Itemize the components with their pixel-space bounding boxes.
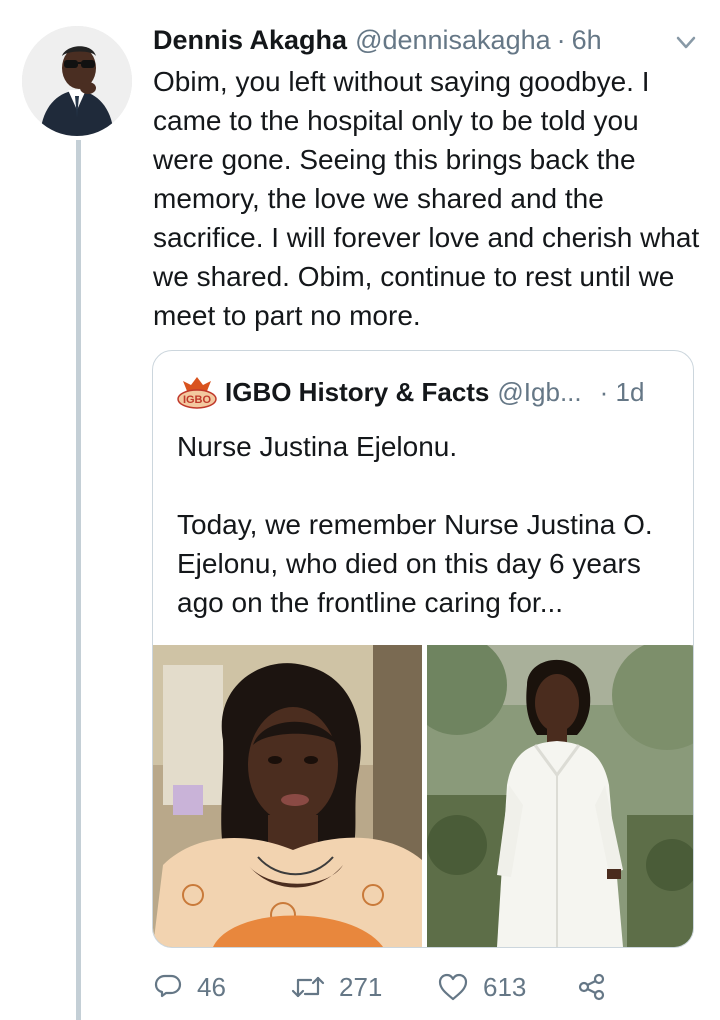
retweet-count: 271: [339, 971, 383, 1002]
quoted-tweet-text: Nurse Justina Ejelonu. Today, we remembe…: [177, 431, 653, 618]
quoted-photo-1[interactable]: [153, 645, 422, 947]
logo-text: IGBO: [183, 394, 212, 406]
author-name[interactable]: Dennis Akagha: [153, 25, 347, 56]
avatar-image: [22, 26, 132, 136]
quoted-author-handle[interactable]: @Igb...: [497, 377, 581, 408]
author-handle[interactable]: @dennisakagha: [355, 25, 551, 56]
tweet-text: Obim, you left without saying goodbye. I…: [153, 66, 700, 331]
tweet-header: Dennis Akagha @dennisakagha · 6h: [153, 20, 713, 60]
quoted-photo-2[interactable]: [427, 645, 693, 947]
quoted-tweet-card[interactable]: IGBO IGBO History & Facts @Igb... · 1d N…: [152, 350, 694, 948]
reply-button[interactable]: 46: [153, 965, 226, 1009]
quoted-timestamp[interactable]: · 1d: [600, 377, 645, 408]
like-count: 613: [483, 971, 527, 1002]
avatar[interactable]: [22, 26, 132, 136]
share-button[interactable]: [577, 965, 621, 1009]
like-button[interactable]: 613: [437, 965, 526, 1009]
reply-icon: [154, 974, 182, 998]
quoted-tweet-header: IGBO IGBO History & Facts @Igb... · 1d: [177, 373, 677, 411]
retweet-button[interactable]: 271: [291, 965, 382, 1009]
tweet-actions: 46 271 613: [153, 965, 673, 1009]
retweet-icon: [291, 976, 325, 998]
share-icon: [578, 973, 605, 1001]
separator-dot: ·: [556, 24, 566, 55]
like-icon: [438, 973, 468, 1001]
chevron-down-icon[interactable]: [676, 36, 696, 50]
tweet-timestamp[interactable]: 6h: [572, 25, 602, 56]
igbo-logo-icon: IGBO: [177, 375, 217, 409]
thread-line: [76, 140, 81, 1020]
quoted-author-name[interactable]: IGBO History & Facts: [225, 377, 489, 408]
reply-count: 46: [197, 971, 226, 1002]
